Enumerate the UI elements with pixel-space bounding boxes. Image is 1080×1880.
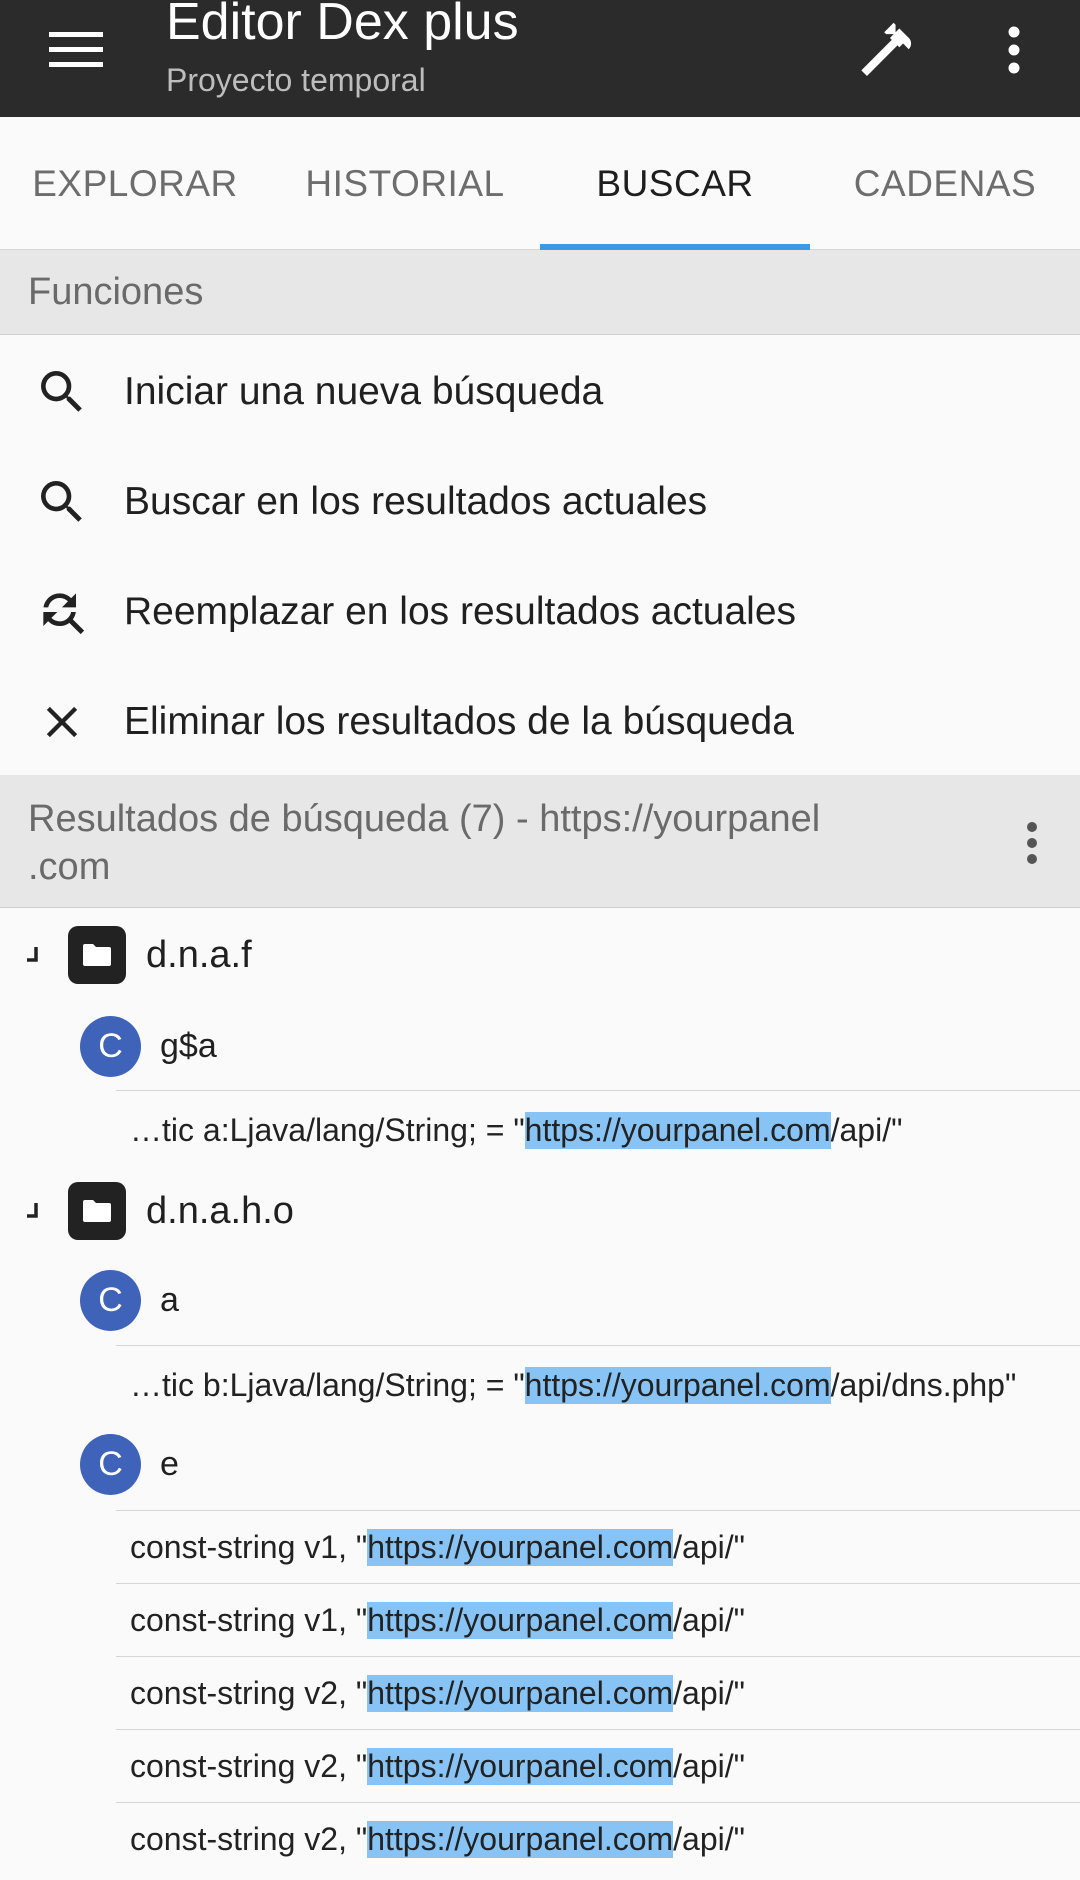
package-name: d.n.a.f — [146, 933, 252, 976]
hammer-icon[interactable] — [848, 10, 928, 90]
close-icon — [0, 667, 124, 777]
expander-icon[interactable] — [24, 946, 44, 966]
result-line[interactable]: …tic a:Ljava/lang/String; = " https://you… — [116, 1090, 1080, 1170]
folder-icon — [68, 926, 126, 984]
match-highlight: https://yourpanel.com — [367, 1528, 674, 1566]
match-highlight: https://yourpanel.com — [367, 1601, 674, 1639]
expander-icon[interactable] — [24, 1202, 44, 1222]
replace-in-results-label: Reemplazar en los resultados actuales — [124, 590, 797, 633]
match-highlight: https://yourpanel.com — [524, 1112, 831, 1149]
functions-header-title: Funciones — [28, 271, 204, 313]
result-line[interactable]: const-string v1, " https://yourpanel.com /… — [116, 1510, 1080, 1583]
find-replace-icon — [0, 557, 124, 667]
new-search-label: Iniciar una nueva búsqueda — [124, 370, 604, 413]
class-name: g$a — [160, 1027, 217, 1065]
search-icon — [0, 447, 124, 557]
tab-explorar[interactable]: EXPLORAR — [0, 117, 270, 250]
new-search-item[interactable]: Iniciar una nueva búsqueda — [0, 337, 1080, 447]
match-highlight: https://yourpanel.com — [524, 1367, 831, 1404]
tab-cadenas[interactable]: CADENAS — [810, 117, 1080, 250]
result-line[interactable]: …tic b:Ljava/lang/String; = " https://you… — [116, 1345, 1080, 1425]
search-icon — [0, 337, 124, 447]
more-vert-icon[interactable] — [1012, 811, 1052, 875]
class-badge: C — [80, 1016, 141, 1077]
more-vert-icon[interactable] — [994, 10, 1034, 90]
app-subtitle: Proyecto temporal — [166, 62, 426, 98]
match-highlight: https://yourpanel.com — [367, 1747, 674, 1785]
class-row[interactable]: C a — [0, 1256, 1080, 1346]
result-line[interactable]: const-string v2, " https://yourpanel.com /… — [116, 1802, 1080, 1875]
tab-buscar[interactable]: BUSCAR — [540, 117, 810, 251]
app-bar: Editor Dex plus Proyecto temporal — [0, 0, 1080, 117]
class-badge: C — [80, 1270, 141, 1331]
app-title: Editor Dex plus — [166, 0, 519, 51]
package-name: d.n.a.h.o — [146, 1189, 294, 1232]
class-row[interactable]: C e — [0, 1420, 1080, 1510]
class-row[interactable]: C g$a — [0, 1000, 1080, 1090]
results-header-line2: .com — [28, 846, 111, 888]
class-name: a — [160, 1281, 179, 1319]
search-in-results-label: Buscar en los resultados actuales — [124, 480, 708, 523]
class-name: e — [160, 1445, 179, 1483]
package-row[interactable]: d.n.a.f — [0, 910, 1080, 1000]
class-badge: C — [80, 1434, 141, 1495]
tab-bar: EXPLORAR HISTORIAL BUSCAR CADENAS — [0, 117, 1080, 251]
result-line[interactable]: const-string v2, " https://yourpanel.com /… — [116, 1729, 1080, 1802]
results-header-title: Resultados de búsqueda (7) - https://you… — [28, 795, 908, 891]
clear-results-item[interactable]: Eliminar los resultados de la búsqueda — [0, 667, 1080, 777]
result-line[interactable]: const-string v1, " https://yourpanel.com /… — [116, 1583, 1080, 1656]
folder-icon — [68, 1182, 126, 1240]
clear-results-label: Eliminar los resultados de la búsqueda — [124, 700, 794, 743]
results-header-line1: Resultados de búsqueda (7) - https://you… — [28, 798, 821, 840]
result-line[interactable]: const-string v2, " https://yourpanel.com /… — [116, 1656, 1080, 1729]
menu-icon[interactable] — [44, 18, 108, 82]
package-row[interactable]: d.n.a.h.o — [0, 1166, 1080, 1256]
tab-historial[interactable]: HISTORIAL — [270, 117, 540, 250]
search-in-results-item[interactable]: Buscar en los resultados actuales — [0, 447, 1080, 557]
functions-header: Funciones — [0, 250, 1080, 335]
replace-in-results-item[interactable]: Reemplazar en los resultados actuales — [0, 557, 1080, 667]
match-highlight: https://yourpanel.com — [367, 1674, 674, 1712]
results-header: Resultados de búsqueda (7) - https://you… — [0, 775, 1080, 908]
match-highlight: https://yourpanel.com — [367, 1820, 674, 1858]
